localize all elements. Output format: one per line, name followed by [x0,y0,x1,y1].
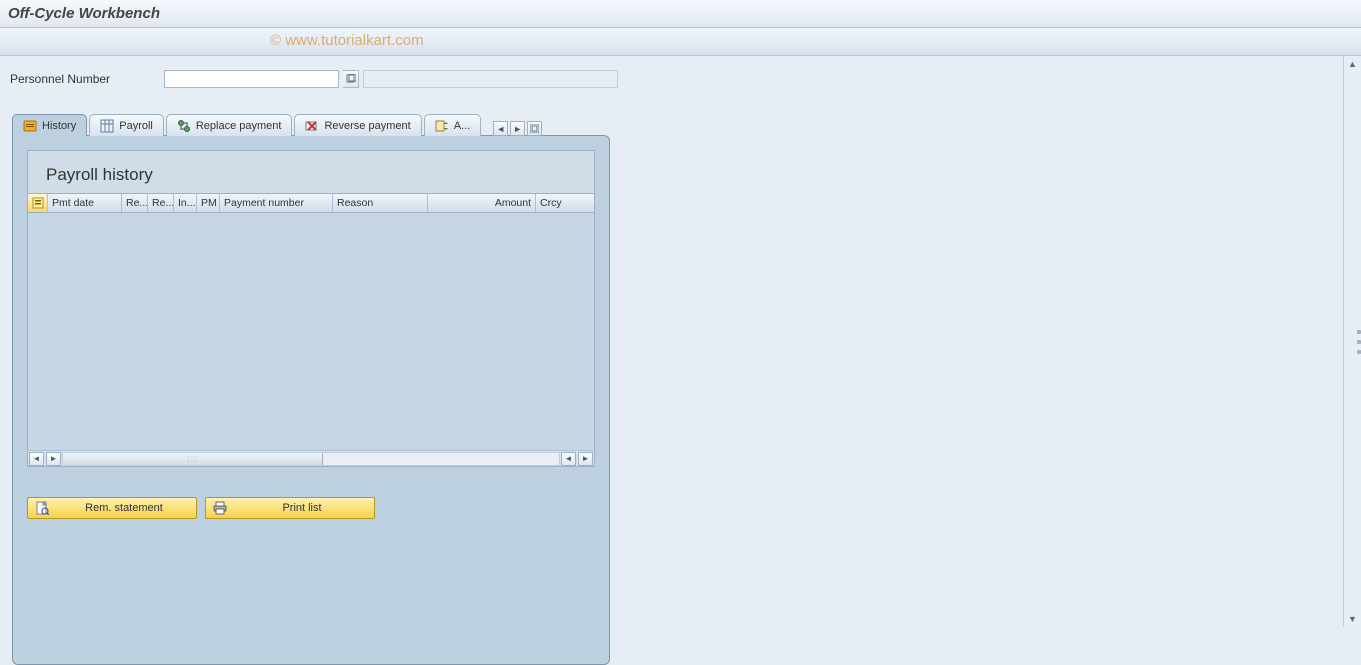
hscroll-track[interactable]: ::: [62,452,560,466]
grip-icon: ::: [188,454,198,463]
section-title: Payroll history [27,150,595,193]
tab-label: Reverse payment [324,120,410,132]
tab-list-button[interactable] [527,121,542,136]
tab-scroll-left[interactable]: ◄ [493,121,508,136]
grid-header: Pmt date Re... Re... In... PM Payment nu… [28,194,594,213]
content-area: Personnel Number History [0,56,1361,627]
history-icon [23,119,37,133]
col-reason[interactable]: Reason [333,194,428,212]
print-list-button[interactable]: Print list [205,497,375,519]
scroll-down-button[interactable]: ▼ [1344,611,1361,627]
tab-list-icon [530,124,539,133]
personnel-number-label: Personnel Number [10,72,160,86]
chevron-left-icon: ◄ [496,124,505,134]
grid-select-all[interactable] [28,194,48,212]
tab-label: A... [454,120,471,132]
tab-panel-history: Payroll history Pmt date Re... Re... In.… [12,135,610,665]
scroll-up-button[interactable]: ▲ [1344,56,1361,72]
hscroll-left[interactable]: ◄ [29,452,44,466]
tab-payroll[interactable]: Payroll [89,114,164,136]
tab-label: History [42,120,76,132]
personnel-number-row: Personnel Number [10,70,1333,88]
chevron-right-icon: ► [582,454,590,463]
assign-icon [435,119,449,133]
toolbar: © www.tutorialkart.com [0,28,1361,56]
chevron-left-icon: ◄ [565,454,573,463]
grid-hscroll: ◄ ► ::: ◄ ► [28,450,594,466]
hscroll-right[interactable]: ► [578,452,593,466]
chevron-down-icon: ▼ [1348,614,1357,624]
col-pmt-date[interactable]: Pmt date [48,194,122,212]
search-help-button[interactable] [343,70,359,88]
tab-reverse-payment[interactable]: Reverse payment [294,114,421,136]
tab-replace-payment[interactable]: Replace payment [166,114,293,136]
hscroll-left-end[interactable]: ► [46,452,61,466]
col-re-1[interactable]: Re... [122,194,148,212]
button-label: Print list [236,502,368,514]
col-amount[interactable]: Amount [428,194,536,212]
button-label: Rem. statement [58,502,190,514]
tab-history[interactable]: History [12,114,87,136]
action-row: Rem. statement Print list [27,497,595,519]
tab-scroll-right[interactable]: ► [510,121,525,136]
page-title: Off-Cycle Workbench [8,5,160,22]
tab-assign[interactable]: A... [424,114,482,136]
replace-payment-icon [177,119,191,133]
chevron-up-icon: ▲ [1348,59,1357,69]
personnel-number-desc [363,70,618,88]
watermark-text: © www.tutorialkart.com [270,32,424,49]
tab-label: Payroll [119,120,153,132]
hscroll-thumb[interactable]: ::: [63,453,323,465]
personnel-number-input[interactable] [164,70,339,88]
tab-strip: History Payroll Replace payment Reverse … [12,114,542,136]
print-icon [212,501,228,515]
document-icon [34,501,50,515]
chevron-right-icon: ► [50,454,58,463]
col-pm[interactable]: PM [197,194,220,212]
col-re-2[interactable]: Re... [148,194,174,212]
tab-label: Replace payment [196,120,282,132]
hscroll-right-start[interactable]: ◄ [561,452,576,466]
main-panel: Personnel Number History [0,56,1343,627]
select-all-icon [31,196,45,210]
tab-nav: ◄ ► [493,121,542,136]
col-payment-number[interactable]: Payment number [220,194,333,212]
reverse-payment-icon [305,119,319,133]
grid-body [28,213,594,450]
payroll-icon [100,119,114,133]
payroll-history-grid: Pmt date Re... Re... In... PM Payment nu… [27,193,595,467]
resize-handle[interactable] [1357,327,1361,357]
rem-statement-button[interactable]: Rem. statement [27,497,197,519]
chevron-left-icon: ◄ [33,454,41,463]
col-in[interactable]: In... [174,194,197,212]
chevron-right-icon: ► [513,124,522,134]
title-bar: Off-Cycle Workbench [0,0,1361,28]
col-crcy[interactable]: Crcy [536,194,566,212]
search-help-icon [346,74,356,84]
